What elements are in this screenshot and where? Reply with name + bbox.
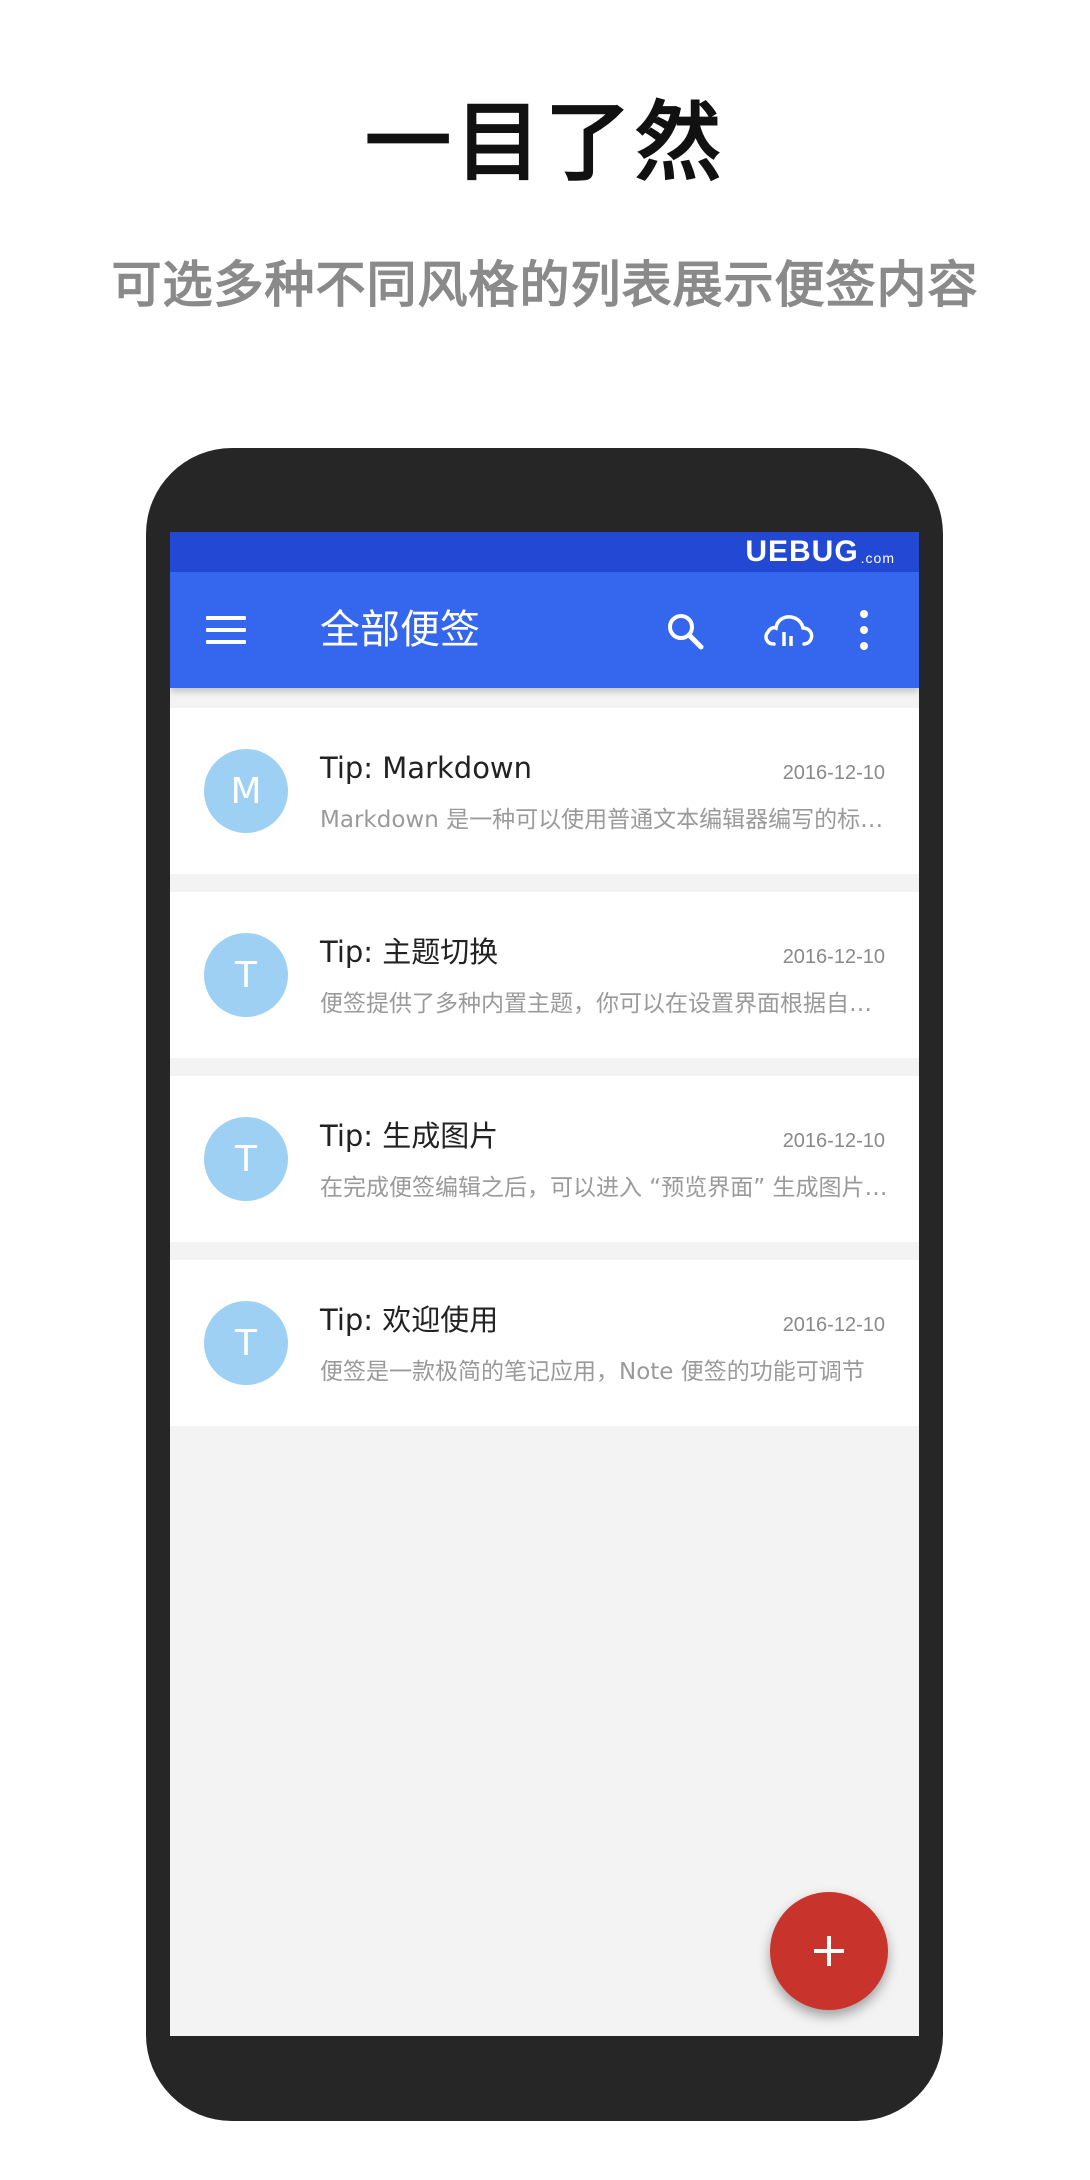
cloud-sync-icon[interactable] (760, 608, 816, 654)
status-bar: UEBUG .com (170, 532, 919, 572)
menu-icon[interactable] (206, 614, 246, 646)
phone-frame: UEBUG .com 全部便签 M Tip: Markdown 2016-12-… (146, 448, 943, 2121)
note-card[interactable]: T Tip: 主题切换 2016-12-10 便签提供了多种内置主题，你可以在设… (170, 892, 919, 1058)
note-title: Tip: 主题切换 (320, 935, 499, 969)
note-date: 2016-12-10 (782, 1130, 885, 1152)
app-bar-title: 全部便签 (320, 607, 480, 653)
app-screen: UEBUG .com 全部便签 M Tip: Markdown 2016-12-… (170, 532, 919, 2036)
note-avatar: M (204, 749, 288, 833)
note-preview: Markdown 是一种可以使用普通文本编辑器编写的标记语言 (320, 807, 892, 833)
note-title: Tip: Markdown (320, 751, 533, 785)
note-preview: 在完成便签编辑之后，可以进入 “预览界面” 生成图片分享 (320, 1175, 892, 1201)
note-date: 2016-12-10 (782, 1314, 885, 1336)
note-card[interactable]: M Tip: Markdown 2016-12-10 Markdown 是一种可… (170, 708, 919, 874)
note-avatar: T (204, 933, 288, 1017)
note-title: Tip: 生成图片 (320, 1119, 499, 1153)
note-date: 2016-12-10 (782, 946, 885, 968)
add-note-button[interactable] (770, 1892, 888, 2010)
watermark-logo: UEBUG .com (745, 535, 895, 568)
watermark-text: UEBUG (745, 535, 859, 568)
promo-subline: 可选多种不同风格的列表展示便签内容 (111, 256, 979, 314)
note-date: 2016-12-10 (782, 762, 885, 784)
plus-icon-stroke (827, 1936, 831, 1966)
note-title: Tip: 欢迎使用 (320, 1303, 499, 1337)
promo-headline: 一目了然 (365, 93, 725, 193)
note-preview: 便签提供了多种内置主题，你可以在设置界面根据自己的喜好 (320, 991, 892, 1017)
app-bar: 全部便签 (170, 572, 919, 688)
note-card[interactable]: T Tip: 生成图片 2016-12-10 在完成便签编辑之后，可以进入 “预… (170, 1076, 919, 1242)
note-preview: 便签是一款极简的笔记应用，Note 便签的功能可调节 (320, 1359, 865, 1385)
search-icon[interactable] (664, 610, 706, 652)
note-card[interactable]: T Tip: 欢迎使用 2016-12-10 便签是一款极简的笔记应用，Note… (170, 1260, 919, 1426)
more-vert-icon[interactable] (856, 608, 870, 652)
note-avatar: T (204, 1117, 288, 1201)
watermark-domain: .com (860, 550, 895, 566)
note-avatar: T (204, 1301, 288, 1385)
